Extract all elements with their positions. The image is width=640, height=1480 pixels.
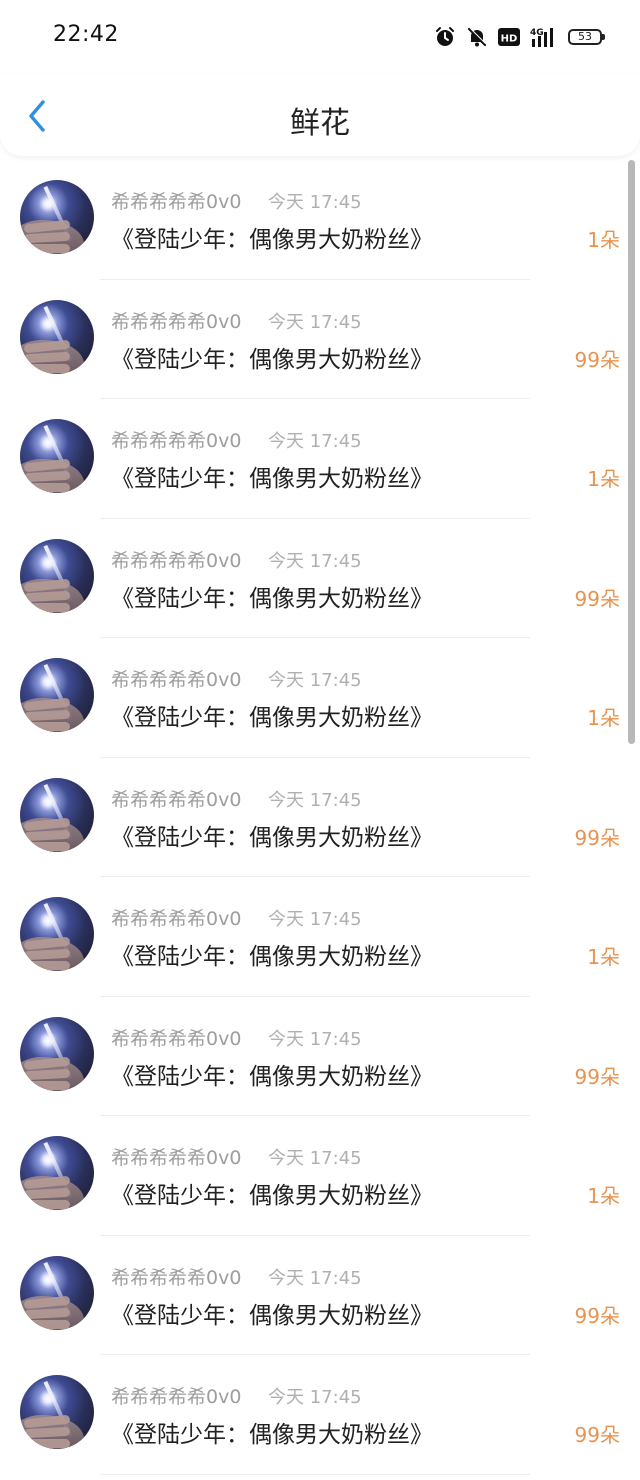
avatar[interactable] [20, 419, 94, 493]
work-title: 《登陆少年：偶像男大奶粉丝》 [111, 227, 433, 253]
work-title: 《登陆少年：偶像男大奶粉丝》 [111, 1183, 433, 1209]
flower-amount: 99朵 [574, 825, 620, 850]
list-item[interactable]: 希希希希希0v0 今天 17:45 《登陆少年：偶像男大奶粉丝》 1朵 [0, 638, 640, 758]
flower-amount: 1朵 [587, 467, 620, 491]
avatar[interactable] [20, 1136, 94, 1210]
list-item[interactable]: 希希希希希0v0 今天 17:45 《登陆少年：偶像男大奶粉丝》 99朵 [0, 1236, 640, 1355]
timestamp: 今天 17:45 [268, 789, 362, 811]
work-title: 《登陆少年：偶像男大奶粉丝》 [111, 1302, 433, 1329]
flower-amount: 99朵 [574, 586, 620, 611]
status-icons: HD 4G 53 [434, 24, 605, 50]
username[interactable]: 希希希希希0v0 [111, 1382, 241, 1409]
page-title: 鲜花 [290, 106, 350, 141]
flower-amount: 99朵 [574, 1423, 620, 1447]
timestamp: 今天 17:45 [268, 431, 362, 452]
avatar[interactable] [20, 180, 94, 254]
avatar[interactable] [20, 897, 94, 971]
hd-icon: HD [498, 28, 520, 46]
scrollbar[interactable] [628, 160, 635, 744]
list-item[interactable]: 希希希希希0v0 今天 17:45 《登陆少年：偶像男大奶粉丝》 99朵 [0, 280, 640, 399]
flower-amount: 99朵 [574, 1064, 620, 1089]
work-title: 《登陆少年：偶像男大奶粉丝》 [111, 1063, 433, 1090]
username[interactable]: 希希希希希0v0 [111, 665, 241, 692]
divider [100, 1473, 530, 1475]
avatar[interactable] [20, 777, 94, 852]
work-title: 《登陆少年：偶像男大奶粉丝》 [111, 824, 433, 851]
avatar[interactable] [20, 1375, 94, 1449]
avatar[interactable] [20, 1016, 94, 1091]
username[interactable]: 希希希希希0v0 [111, 1143, 241, 1170]
work-title: 《登陆少年：偶像男大奶粉丝》 [111, 466, 433, 492]
4g-signal-icon: 4G [530, 26, 558, 48]
flower-amount: 1朵 [587, 945, 620, 969]
status-bar: 22:42 HD 4G 53 [0, 0, 640, 74]
list-item[interactable]: 希希希希希0v0 今天 17:45 《登陆少年：偶像男大奶粉丝》 1朵 [0, 160, 640, 280]
list-item[interactable]: 希希希希希0v0 今天 17:45 《登陆少年：偶像男大奶粉丝》 99朵 [0, 997, 640, 1116]
flower-amount: 99朵 [574, 1303, 620, 1328]
username[interactable]: 希希希希希0v0 [111, 785, 241, 812]
work-title: 《登陆少年：偶像男大奶粉丝》 [111, 585, 433, 612]
list-item[interactable]: 希希希希希0v0 今天 17:45 《登陆少年：偶像男大奶粉丝》 99朵 [0, 1355, 640, 1475]
work-title: 《登陆少年：偶像男大奶粉丝》 [111, 705, 433, 731]
timestamp: 今天 17:45 [268, 192, 362, 213]
timestamp: 今天 17:45 [268, 550, 362, 572]
flower-amount: 99朵 [574, 347, 620, 372]
nav-bar: 鲜花 [0, 74, 640, 156]
timestamp: 今天 17:45 [268, 670, 362, 691]
avatar[interactable] [20, 299, 94, 374]
list-item[interactable]: 希希希希希0v0 今天 17:45 《登陆少年：偶像男大奶粉丝》 1朵 [0, 399, 640, 519]
timestamp: 今天 17:45 [268, 1148, 362, 1169]
timestamp: 今天 17:45 [268, 1028, 362, 1050]
username[interactable]: 希希希希希0v0 [111, 426, 241, 453]
avatar[interactable] [20, 538, 94, 613]
timestamp: 今天 17:45 [268, 909, 362, 930]
list-item[interactable]: 希希希希希0v0 今天 17:45 《登陆少年：偶像男大奶粉丝》 99朵 [0, 758, 640, 877]
avatar[interactable] [20, 1255, 94, 1330]
list-item[interactable]: 希希希希希0v0 今天 17:45 《登陆少年：偶像男大奶粉丝》 1朵 [0, 1116, 640, 1236]
username[interactable]: 希希希希希0v0 [111, 546, 241, 573]
svg-text:HD: HD [501, 34, 518, 45]
bell-muted-icon [466, 26, 488, 48]
battery-icon: 53 [568, 29, 605, 45]
work-title: 《登陆少年：偶像男大奶粉丝》 [111, 1422, 433, 1448]
timestamp: 今天 17:45 [268, 1387, 362, 1408]
username[interactable]: 希希希希希0v0 [111, 904, 241, 931]
flower-amount: 1朵 [587, 1184, 620, 1208]
flower-amount: 1朵 [587, 228, 620, 252]
username[interactable]: 希希希希希0v0 [111, 307, 241, 334]
timestamp: 今天 17:45 [268, 311, 362, 333]
username[interactable]: 希希希希希0v0 [111, 1024, 241, 1051]
work-title: 《登陆少年：偶像男大奶粉丝》 [111, 346, 433, 373]
flower-amount: 1朵 [587, 706, 620, 730]
username[interactable]: 希希希希希0v0 [111, 187, 241, 214]
flower-list: 希希希希希0v0 今天 17:45 《登陆少年：偶像男大奶粉丝》 1朵 希希希希希0v0… [0, 160, 640, 1475]
avatar[interactable] [20, 658, 94, 732]
status-time: 22:42 [53, 22, 119, 47]
alarm-icon [434, 26, 456, 48]
list-item[interactable]: 希希希希希0v0 今天 17:45 《登陆少年：偶像男大奶粉丝》 99朵 [0, 519, 640, 638]
timestamp: 今天 17:45 [268, 1267, 362, 1289]
work-title: 《登陆少年：偶像男大奶粉丝》 [111, 944, 433, 970]
list-item[interactable]: 希希希希希0v0 今天 17:45 《登陆少年：偶像男大奶粉丝》 1朵 [0, 877, 640, 997]
svg-text:4G: 4G [530, 28, 544, 38]
username[interactable]: 希希希希希0v0 [111, 1263, 241, 1290]
